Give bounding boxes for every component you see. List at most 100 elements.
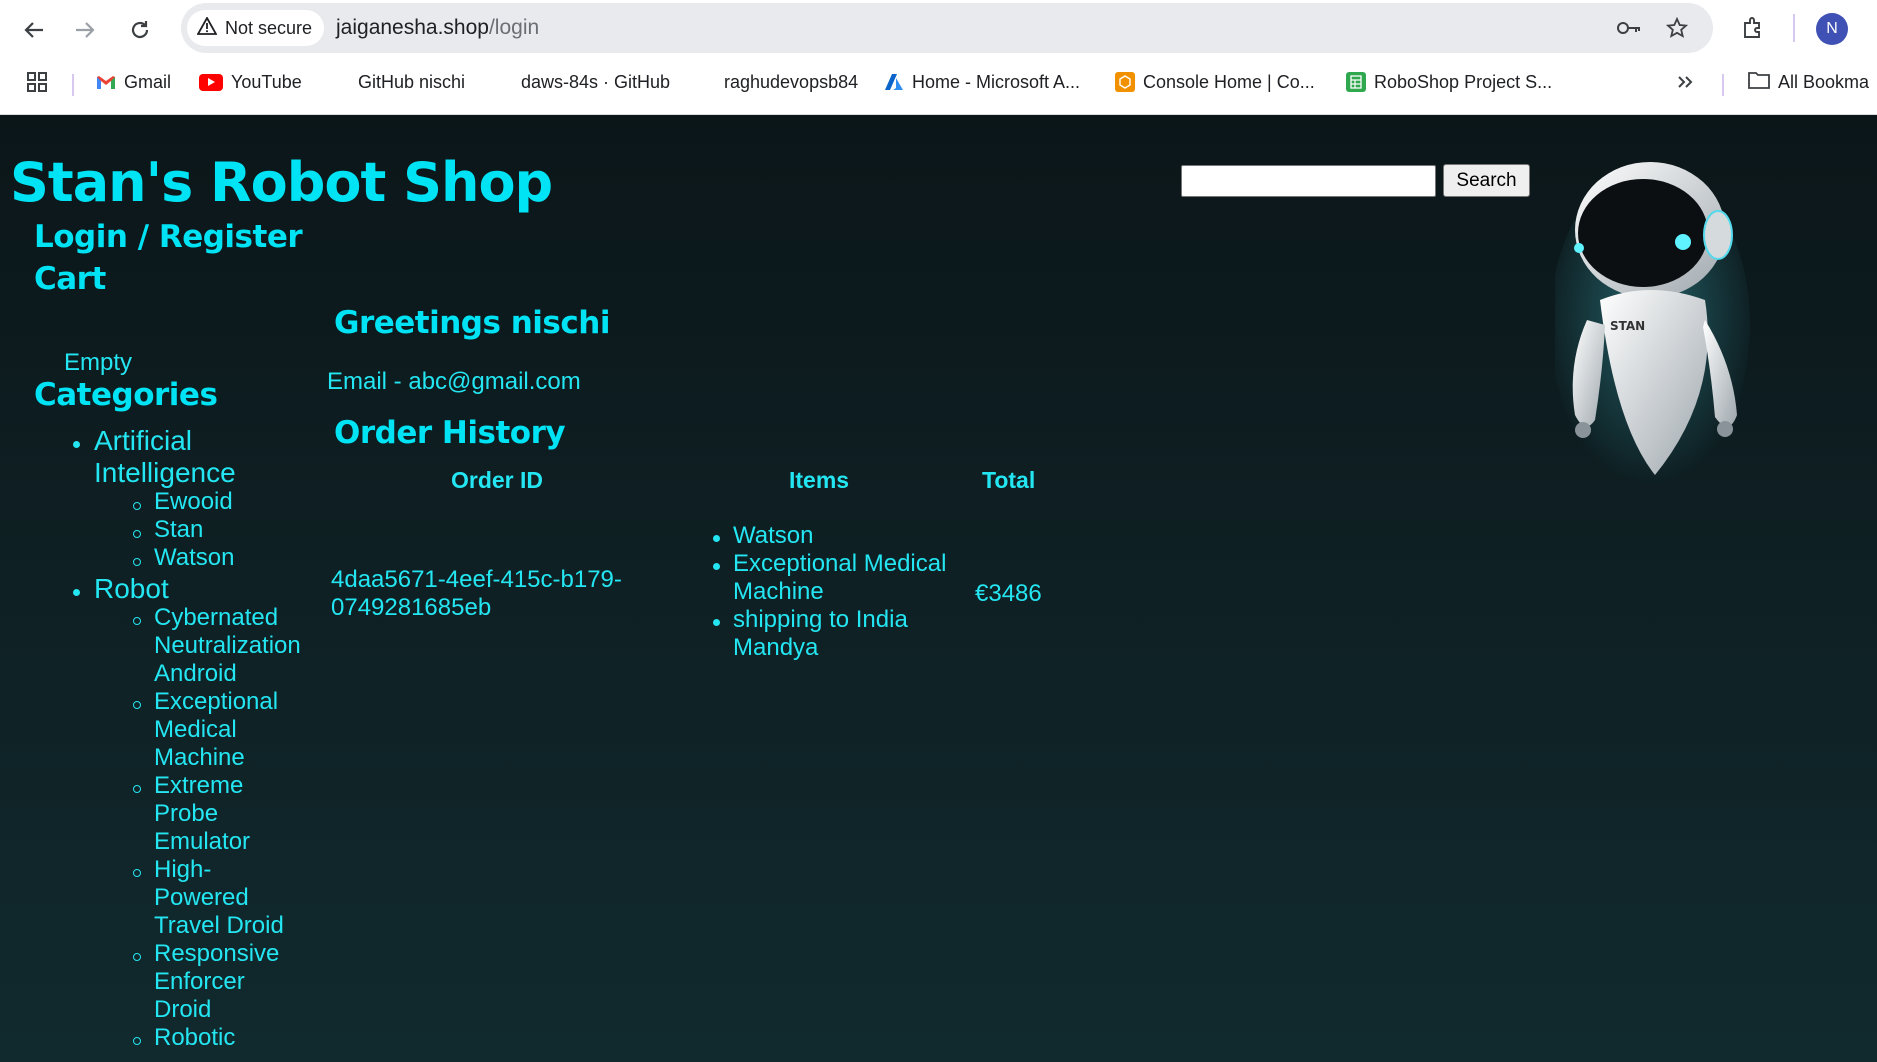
- order-id-cell: 4daa5671-4eef-415c-b179- 0749281685eb: [331, 566, 622, 622]
- product-label: Droid: [154, 996, 212, 1023]
- reload-icon[interactable]: [122, 12, 158, 48]
- product-label: Enforcer: [154, 968, 245, 995]
- order-item: Watson: [733, 522, 814, 549]
- user-email: Email - abc@gmail.com: [327, 368, 581, 395]
- product-link-responsive-enforcer-droid[interactable]: Responsive Enforcer Droid: [154, 940, 279, 1024]
- bookmark-youtube[interactable]: YouTube: [199, 66, 302, 98]
- list-bullet: [133, 1037, 141, 1045]
- security-indicator[interactable]: Not secure: [187, 10, 325, 46]
- category-label: Artificial: [94, 425, 193, 456]
- order-item-text: Mandya: [733, 634, 819, 661]
- bookmark-microsoft-azure[interactable]: Home - Microsoft A...: [884, 66, 1080, 98]
- order-item-text: shipping to India: [733, 606, 908, 633]
- list-bullet: [713, 619, 720, 626]
- bookmark-star-icon[interactable]: [1662, 13, 1692, 43]
- all-bookmarks[interactable]: All Bookma: [1748, 66, 1869, 98]
- forward-arrow-icon[interactable]: [67, 12, 103, 48]
- order-id-text: 0749281685eb: [331, 594, 492, 621]
- bookmark-label: daws-84s · GitHub: [521, 71, 671, 92]
- web-page: Stan's Robot Shop Search STAN Login / Re…: [0, 115, 1877, 1062]
- bookmarks-divider: [1722, 74, 1724, 96]
- list-bullet: [133, 869, 141, 877]
- bookmarks-divider: [72, 74, 74, 96]
- bookmark-label: Home - Microsoft A...: [912, 71, 1081, 92]
- product-label: Emulator: [154, 828, 251, 855]
- order-item-text: Exceptional Medical: [733, 550, 947, 577]
- column-header-order-id: Order ID: [451, 467, 544, 493]
- toolbar-divider: [1793, 14, 1795, 42]
- product-link-stan[interactable]: Stan: [154, 516, 203, 544]
- order-id-text: 4daa5671-4eef-415c-b179-: [331, 566, 622, 593]
- bookmark-gmail[interactable]: Gmail: [96, 66, 171, 98]
- bookmark-daws-github[interactable]: daws-84s · GitHub: [521, 66, 670, 98]
- column-header-items: Items: [789, 467, 850, 493]
- greeting-heading: Greetings nischi: [334, 305, 610, 341]
- svg-text:STAN: STAN: [1610, 319, 1645, 333]
- site-title[interactable]: Stan's Robot Shop: [10, 151, 553, 214]
- product-label: Neutralization: [154, 632, 301, 659]
- search-button[interactable]: Search: [1443, 164, 1530, 197]
- product-link-watson[interactable]: Watson: [154, 544, 234, 572]
- category-artificial-intelligence[interactable]: Artificial Intelligence: [94, 425, 236, 489]
- more-bookmarks-chevron-icon[interactable]: [1676, 66, 1694, 98]
- url-text[interactable]: jaiganesha.shop/login: [336, 16, 539, 40]
- aws-cube-icon: [1115, 72, 1135, 92]
- folder-icon: [1748, 71, 1770, 94]
- bookmark-roboshop-project[interactable]: RoboShop Project S...: [1346, 66, 1552, 98]
- profile-avatar[interactable]: N: [1816, 13, 1848, 45]
- bookmark-raghudevopsb84[interactable]: raghudevopsb84: [724, 66, 858, 98]
- product-label: Medical: [154, 716, 237, 743]
- address-bar[interactable]: Not secure jaiganesha.shop/login: [181, 3, 1713, 53]
- product-label: Machine: [154, 744, 245, 771]
- youtube-icon: [199, 73, 223, 91]
- column-header-total: Total: [982, 467, 1036, 493]
- list-bullet: [133, 785, 141, 793]
- list-bullet: [73, 441, 80, 448]
- azure-icon: [884, 72, 904, 92]
- bookmarks-bar: Gmail YouTube GitHub nischi daws-84s · G…: [0, 62, 1877, 102]
- categories-heading: Categories: [34, 377, 218, 413]
- product-link-cybernated-neutralization-android[interactable]: Cybernated Neutralization Android: [154, 604, 301, 688]
- bookmark-github-nischi[interactable]: GitHub nischi: [358, 66, 465, 98]
- bookmark-label: raghudevopsb84: [724, 71, 859, 92]
- browser-chrome: Not secure jaiganesha.shop/login N Gmail: [0, 0, 1877, 115]
- bookmark-aws-console[interactable]: Console Home | Co...: [1115, 66, 1315, 98]
- product-label: Exceptional: [154, 688, 279, 715]
- product-label: Responsive: [154, 940, 280, 967]
- list-bullet: [133, 558, 141, 566]
- product-link-exceptional-medical-machine[interactable]: Exceptional Medical Machine: [154, 688, 278, 772]
- product-label: Probe: [154, 800, 219, 827]
- product-label: High-: [154, 856, 212, 883]
- product-label: Travel Droid: [154, 912, 284, 939]
- bookmark-label: RoboShop Project S...: [1374, 71, 1553, 92]
- list-bullet: [713, 535, 720, 542]
- stan-robot-mascot-image: STAN: [1555, 162, 1750, 485]
- product-link-ewooid[interactable]: Ewooid: [154, 488, 233, 516]
- product-link-high-powered-travel-droid[interactable]: High- Powered Travel Droid: [154, 856, 284, 940]
- cart-heading[interactable]: Cart: [34, 261, 106, 297]
- warning-triangle-icon: [196, 15, 218, 40]
- extensions-puzzle-icon[interactable]: [1737, 12, 1769, 44]
- search-input[interactable]: [1181, 165, 1436, 197]
- list-bullet: [133, 617, 141, 625]
- cart-status: Empty: [64, 349, 133, 376]
- order-item: Exceptional Medical Machine: [733, 550, 946, 606]
- product-label: Robotic: [154, 1024, 236, 1051]
- order-item: shipping to India Mandya: [733, 606, 908, 662]
- all-bookmarks-label: All Bookma: [1778, 71, 1870, 92]
- list-bullet: [133, 502, 141, 510]
- product-label: Powered: [154, 884, 249, 911]
- list-bullet: [133, 701, 141, 709]
- apps-grid-icon[interactable]: [26, 66, 48, 98]
- list-bullet: [73, 589, 80, 596]
- password-key-icon[interactable]: [1614, 13, 1644, 43]
- back-arrow-icon[interactable]: [16, 12, 52, 48]
- order-total-cell: €3486: [975, 580, 1042, 607]
- product-link-extreme-probe-emulator[interactable]: Extreme Probe Emulator: [154, 772, 250, 856]
- bookmark-label: YouTube: [231, 71, 302, 92]
- product-label: Extreme: [154, 772, 244, 799]
- product-link-robotic[interactable]: Robotic: [154, 1024, 235, 1052]
- login-register-link[interactable]: Login / Register: [34, 219, 303, 255]
- category-robot[interactable]: Robot: [94, 573, 169, 605]
- bookmark-label: GitHub nischi: [358, 71, 466, 92]
